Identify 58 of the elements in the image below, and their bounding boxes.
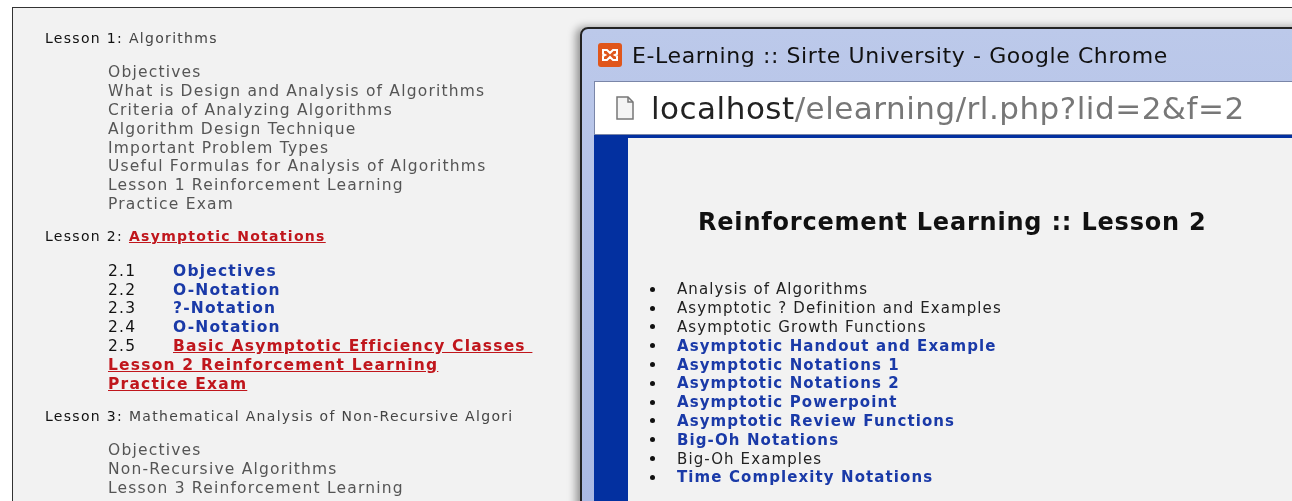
lesson-link[interactable]: Basic Asymptotic Efficiency Classes [173, 336, 533, 355]
page-icon [615, 96, 635, 120]
lesson-title: Algorithms [128, 30, 218, 48]
lesson-item: Objectives [108, 63, 202, 82]
list-link[interactable]: Big-Oh Notations [677, 430, 840, 449]
window-title: E-Learning :: Sirte University - Google Chrome [632, 42, 1168, 68]
list-item: Asymptotic Growth Functions [677, 318, 927, 336]
lesson-title: Mathematical Analysis of Non-Recursive Algori [128, 407, 514, 426]
lesson-item: Lesson 1 Reinforcement Learning [108, 176, 404, 195]
lesson-link[interactable]: ?-Notation [173, 299, 277, 318]
bullet-icon [650, 399, 655, 405]
item-number: 2.4 [108, 318, 138, 337]
lesson-item: Useful Formulas for Analysis of Algorithms [108, 157, 487, 176]
item-number: 2.1 [108, 261, 138, 280]
bullet-icon [650, 380, 655, 386]
address-bar[interactable]: localhost/elearning/rl.php?lid=2&f=2 [594, 81, 1292, 135]
lesson-item: Lesson 3 Reinforcement Learning [108, 478, 404, 497]
lesson-item: Important Problem Types [108, 138, 330, 157]
lesson-label: Lesson 1: [45, 30, 123, 48]
list-link[interactable]: Asymptotic Powerpoint [677, 393, 898, 412]
bullet-icon [650, 456, 655, 462]
item-number: 2.5 [108, 336, 138, 355]
item-number: 2.3 [108, 299, 138, 318]
app-icon [598, 43, 622, 67]
lesson-item: Practice Exam [108, 194, 234, 213]
bullet-icon [650, 324, 655, 330]
url-host: localhost [651, 90, 795, 126]
bullet-icon [650, 362, 655, 368]
lesson-link[interactable]: Lesson 2 Reinforcement Learning [108, 355, 439, 374]
bullet-icon [650, 418, 655, 424]
lesson-link[interactable]: Objectives [173, 261, 277, 280]
bullet-icon [650, 474, 655, 480]
lesson-item: Non-Recursive Algorithms [108, 460, 338, 479]
lesson-item: What is Design and Analysis of Algorithms [108, 82, 486, 101]
lesson-item: Objectives [108, 441, 202, 460]
lesson-link[interactable]: O-Notation [173, 280, 281, 299]
list-link[interactable]: Asymptotic Notations 1 [677, 355, 900, 374]
list-link[interactable]: Asymptotic Handout and Example [677, 336, 997, 355]
list-link[interactable]: Asymptotic Review Functions [677, 411, 956, 430]
lesson-item: Algorithm Design Technique [108, 119, 357, 138]
page-heading: Reinforcement Learning :: Lesson 2 [698, 208, 1208, 236]
url-path: /elearning/rl.php?lid=2&f=2 [794, 90, 1245, 126]
bullet-icon [650, 343, 655, 349]
bullet-icon [650, 286, 655, 292]
list-item: Big-Oh Examples [677, 449, 823, 468]
bullet-icon [650, 437, 655, 443]
bullet-icon [650, 305, 655, 311]
list-link[interactable]: Asymptotic Notations 2 [677, 374, 900, 393]
lesson-label: Lesson 2: [45, 228, 123, 247]
lesson-label: Lesson 3: [45, 407, 123, 426]
list-item: Analysis of Algorithms [677, 280, 869, 299]
lesson-item: Criteria of Analyzing Algorithms [108, 101, 393, 119]
item-number: 2.2 [108, 280, 138, 299]
list-link[interactable]: Time Complexity Notations [677, 468, 934, 487]
list-item: Asymptotic ? Definition and Examples [677, 299, 1002, 318]
lesson-link[interactable]: O-Notation [173, 318, 281, 337]
lesson-link[interactable]: Asymptotic Notations [128, 228, 326, 247]
lesson-link[interactable]: Practice Exam [108, 374, 248, 393]
